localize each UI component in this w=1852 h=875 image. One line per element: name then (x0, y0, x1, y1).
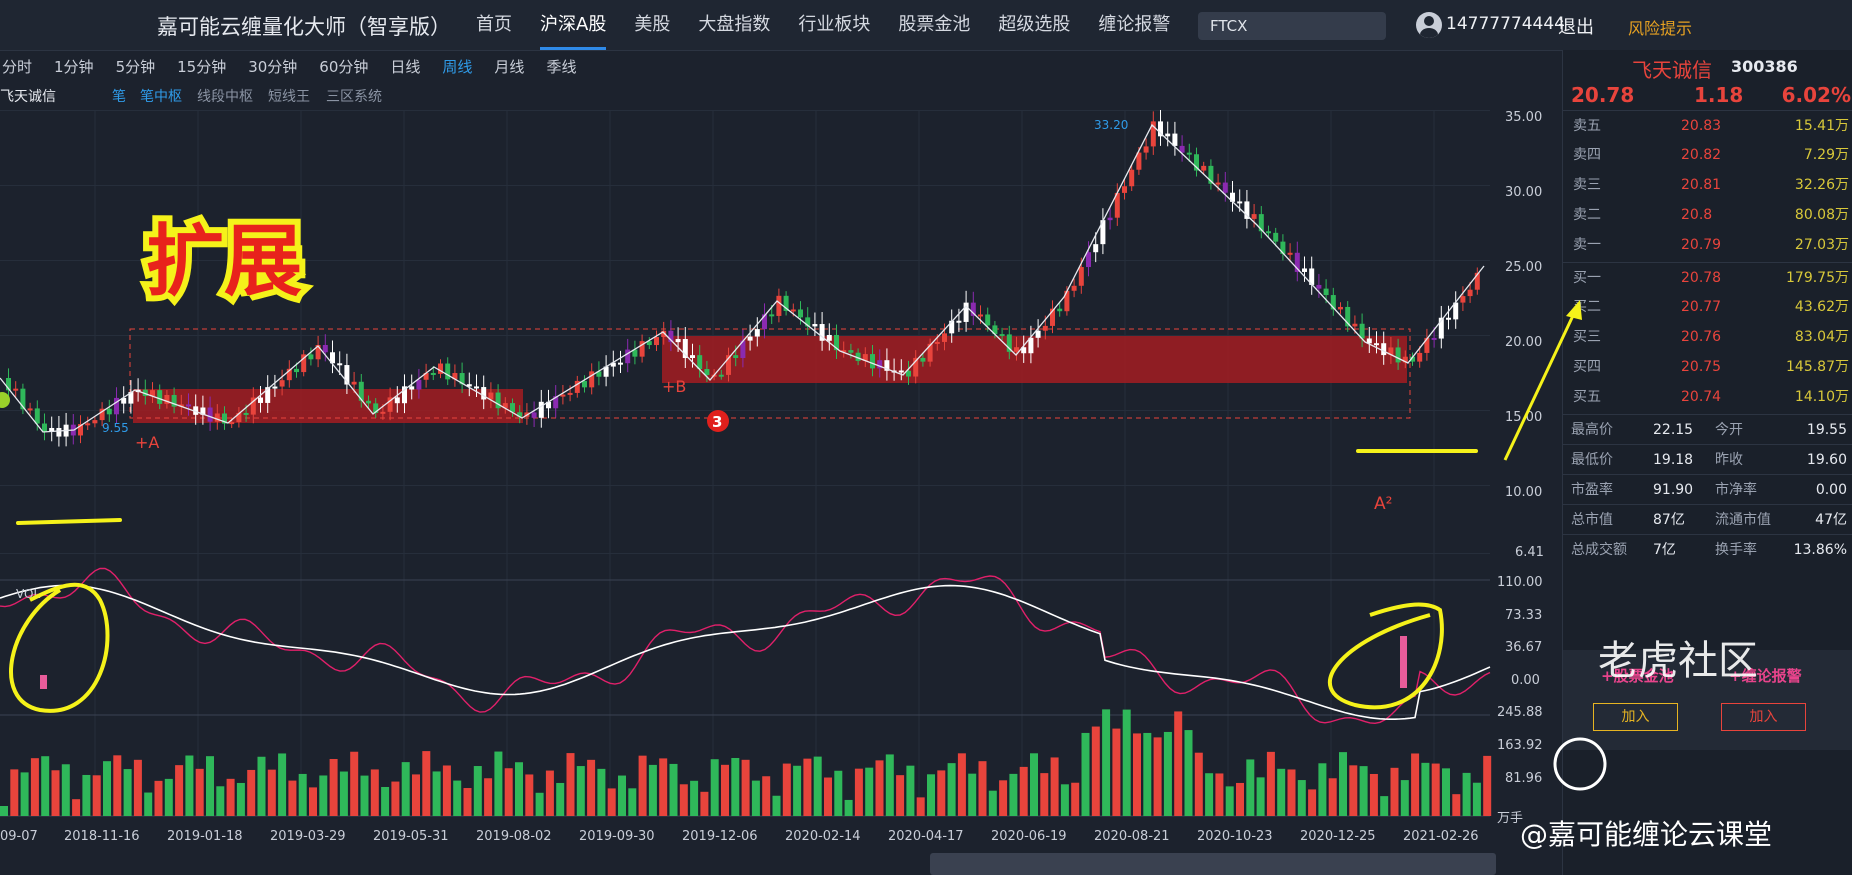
yellow-arrow-head (1566, 300, 1582, 320)
green-dot-icon (0, 392, 10, 408)
watermark-author: @嘉可能缠论云课堂 (1520, 818, 1773, 851)
yellow-circle (1328, 602, 1444, 710)
yellow-underline (16, 518, 122, 525)
yellow-arrow (1503, 304, 1580, 461)
marker-overlay (0, 300, 1607, 791)
yellow-circle (9, 582, 110, 713)
watermark-community: 老虎社区 (1598, 638, 1758, 684)
tiger-logo-icon (1553, 737, 1607, 791)
